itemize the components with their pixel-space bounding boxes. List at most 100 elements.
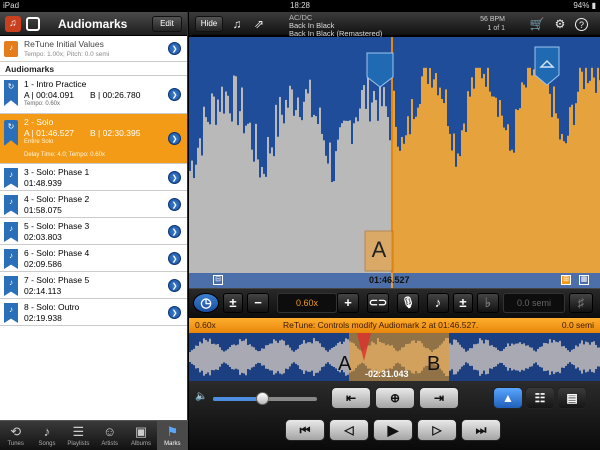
tab-artists[interactable]: ☺ Artists [94,421,125,450]
disclosure-arrow-icon[interactable]: ❯ [168,171,181,184]
mark-a-time: A | 01:46.527 [24,128,74,138]
wave-bar [243,133,245,273]
skip-forward-button[interactable]: ⏭ [461,419,501,441]
wave-bar [523,84,525,273]
music-note-icon[interactable]: ♫ [229,16,245,32]
tab-songs[interactable]: ♪ Songs [31,421,62,450]
overview-bar [453,339,455,375]
set-b-point-button[interactable]: ⇥ [419,387,459,409]
tab-playlists[interactable]: ☰ Playlists [63,421,94,450]
gear-icon[interactable]: ⚙ [552,16,568,32]
audiomark-row-3[interactable]: ♪ 3 - Solo: Phase 1 01:48.939 ❯ [0,164,187,191]
app-switch-icon[interactable] [26,17,40,31]
wave-bar [287,107,289,273]
disclosure-arrow-icon[interactable]: ❯ [168,306,181,319]
share-icon[interactable]: ⇗ [251,16,267,32]
skip-back-button[interactable]: ⏮ [285,419,325,441]
wave-bar [203,106,205,274]
wave-bar [581,71,583,273]
flat-button[interactable]: ♭ [477,293,499,313]
tab-marks[interactable]: ⚑ Marks [156,421,188,450]
info-pitch: 0.0 semi [561,320,594,330]
overview-bar [583,344,585,370]
add-audiomark-button[interactable]: ⊕ [375,387,415,409]
wave-bar [253,161,255,273]
overview-bar [199,341,201,373]
disclosure-arrow-icon[interactable]: ❯ [168,279,181,292]
tab-albums[interactable]: ▣ Albums [125,421,156,450]
notes-icon[interactable]: ▤ [557,387,587,409]
mark-name: 4 - Solo: Phase 2 [24,194,90,204]
audiomark-row-2[interactable]: ↻ 2 - Solo A | 01:46.527 B | 02:30.395 E… [0,114,187,164]
mark-icon: ♪ [4,303,18,323]
battery-icon: ▮ [591,1,596,10]
wave-bar [245,125,247,273]
set-a-point-button[interactable]: ⇤ [331,387,371,409]
mark-icon: ♪ [4,168,18,188]
cart-icon[interactable]: 🛒 [529,16,545,32]
tempo-clock-icon[interactable]: ◷ [193,293,219,313]
help-icon[interactable]: ? [575,18,588,31]
music-note-icon: ♪ [43,424,51,439]
disclosure-arrow-icon[interactable]: ❯ [168,88,181,101]
overview-bar [489,345,491,369]
tempo-value: 0.60x [277,293,337,313]
tempo-reset-button[interactable]: ± [223,293,243,313]
audiomark-row-6[interactable]: ♪ 6 - Solo: Phase 4 02:09.586 ❯ [0,245,187,272]
overview-bar [251,346,253,368]
disclosure-arrow-icon[interactable]: ❯ [168,198,181,211]
zoom-out-icon[interactable]: ⊟ [213,275,223,285]
overview-bar [473,344,475,370]
overview-bar [519,342,521,372]
status-bar: iPad 18:28 94% ▮ [0,0,600,12]
overview-waveform[interactable]: A B -02:31.043 [189,333,600,381]
loop-toggle-icon[interactable]: ⊂⊃ [367,293,389,313]
mark-time: 02:19.938 [24,313,62,323]
zoom-in-icon[interactable]: ⊞ [561,275,571,285]
wave-bar [317,123,319,273]
mixer-icon[interactable]: ☷ [525,387,555,409]
audiomark-row-7[interactable]: ♪ 7 - Solo: Phase 5 02:14.113 ❯ [0,272,187,299]
mark-time: 01:58.075 [24,205,62,215]
play-button[interactable]: ▶ [373,419,413,441]
grid-icon[interactable]: ▦ [579,275,589,285]
sharp-button[interactable]: ♯ [569,293,593,313]
step-back-button[interactable]: ◁ [329,419,369,441]
disclosure-arrow-icon[interactable]: ❯ [168,132,181,145]
mark-icon: ♪ [4,195,18,215]
pitch-reset-button[interactable]: ± [453,293,473,313]
audiomark-row-5[interactable]: ♪ 5 - Solo: Phase 3 02:03.803 ❯ [0,218,187,245]
volume-slider-knob[interactable] [256,392,269,405]
app-logo-icon[interactable]: ♫ [5,16,21,32]
wave-bar [361,90,363,273]
audiomark-row-8[interactable]: ♪ 8 - Solo: Outro 02:19.938 ❯ [0,299,187,326]
wave-bar [223,113,225,274]
tempo-plus-button[interactable]: + [337,293,359,313]
overview-bar [523,343,525,371]
tempo-minus-button[interactable]: − [247,293,269,313]
microphone-icon[interactable]: 🎙 [397,293,419,313]
step-forward-button[interactable]: ▷ [417,419,457,441]
wave-bar [421,76,423,273]
overview-bar [587,342,589,372]
wave-bar [497,116,499,274]
wave-bar [413,119,415,274]
overview-bar [311,343,313,371]
wave-bar [301,120,303,273]
loop-mark-icon: ↻ [4,120,18,146]
retune-controls: ◷ ± − 0.60x + ⊂⊃ 🎙 ♪ ± ♭ 0.0 semi ♯ [189,288,600,318]
disclosure-arrow-icon[interactable]: ❯ [168,252,181,265]
audiomark-row-4[interactable]: ♪ 4 - Solo: Phase 2 01:58.075 ❯ [0,191,187,218]
disclosure-arrow-icon[interactable]: ❯ [168,225,181,238]
tab-tunes[interactable]: ⟲ Tunes [0,421,31,450]
retune-initial-row[interactable]: ♪ ReTune Initial Values Tempo: 1.00x; Pi… [0,36,187,62]
transport-controls: 🔈 ⇤ ⊕ ⇥ ▲ ☷ ▤ ⏮ ◁ ▶ ▷ ⏭ [189,381,600,450]
disclosure-arrow-icon[interactable]: ❯ [168,42,181,55]
audiomark-row-1[interactable]: ↻ 1 - Intro Practice A | 00:04.091 B | 0… [0,76,187,114]
waveform-view-icon[interactable]: ▲ [493,387,523,409]
edit-button[interactable]: Edit [152,16,182,32]
pitch-note-icon[interactable]: ♪ [427,293,449,313]
pitch-value: 0.0 semi [503,293,565,313]
waveform-view[interactable]: A 01:46.527 ⊟ ⊞ ▦ [189,37,600,288]
hide-button[interactable]: Hide [195,16,223,32]
